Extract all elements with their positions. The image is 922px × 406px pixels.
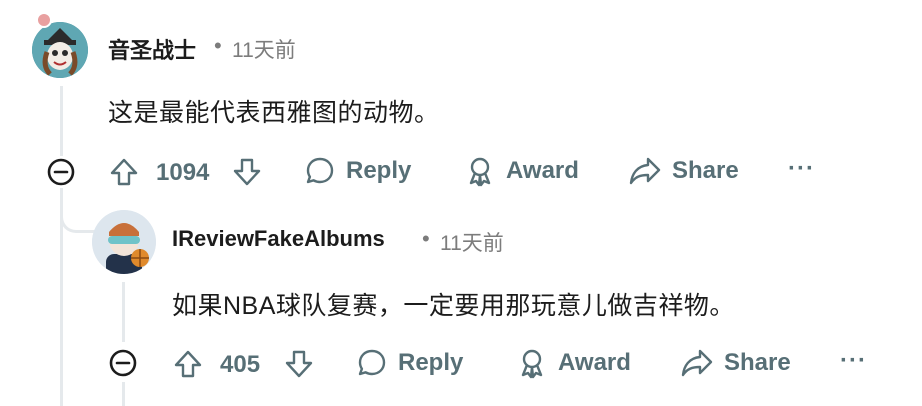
upvote-icon <box>174 350 202 378</box>
reply-button[interactable]: Reply <box>356 347 463 379</box>
downvote-icon <box>233 158 261 186</box>
award-button[interactable]: Award <box>516 347 631 379</box>
collapse-button[interactable] <box>45 156 77 188</box>
share-label: Share <box>724 349 791 376</box>
downvote-button[interactable] <box>281 346 317 382</box>
award-icon <box>521 349 543 379</box>
vote-count: 1094 <box>156 159 210 186</box>
separator: • <box>422 226 430 251</box>
reply-button[interactable]: Reply <box>304 155 411 187</box>
award-badge-icon <box>36 12 52 28</box>
reply-label: Reply <box>346 157 412 184</box>
timestamp[interactable]: 11天前 <box>232 34 296 64</box>
more-options-button[interactable]: ··· <box>788 155 815 183</box>
collapse-button[interactable] <box>107 347 139 379</box>
thread-line <box>122 382 125 406</box>
award-icon <box>469 157 491 187</box>
comment-body: 这是最能代表西雅图的动物。 <box>108 99 440 127</box>
collapse-icon <box>109 349 137 377</box>
thread-line <box>122 282 125 342</box>
comment-bubble-icon <box>358 349 386 376</box>
thread-line <box>60 86 63 156</box>
thread-branch <box>60 188 95 233</box>
share-button[interactable]: Share <box>680 347 791 379</box>
more-options-icon: ··· <box>788 155 815 182</box>
share-icon <box>629 157 661 185</box>
award-button[interactable]: Award <box>464 155 579 187</box>
share-button[interactable]: Share <box>628 155 739 187</box>
timestamp[interactable]: 11天前 <box>440 227 504 257</box>
avatar[interactable] <box>32 22 88 78</box>
username[interactable]: 音圣战士 <box>108 33 196 65</box>
more-options-icon: ··· <box>840 347 867 374</box>
comment-body: 如果NBA球队复赛，一定要用那玩意儿做吉祥物。 <box>172 292 735 320</box>
upvote-icon <box>110 158 138 186</box>
collapse-icon <box>47 158 75 186</box>
upvote-button[interactable] <box>106 154 142 190</box>
share-label: Share <box>672 157 739 184</box>
share-icon <box>681 349 713 377</box>
comment-bubble-icon <box>306 157 334 184</box>
reply-label: Reply <box>398 349 464 376</box>
username[interactable]: IReviewFakeAlbums <box>172 226 385 252</box>
more-options-button[interactable]: ··· <box>840 347 867 375</box>
award-label: Award <box>558 349 631 376</box>
upvote-button[interactable] <box>170 346 206 382</box>
downvote-icon <box>285 350 313 378</box>
award-label: Award <box>506 157 579 184</box>
avatar[interactable] <box>92 210 156 274</box>
separator: • <box>214 33 222 58</box>
downvote-button[interactable] <box>229 154 265 190</box>
vote-count: 405 <box>220 351 261 378</box>
